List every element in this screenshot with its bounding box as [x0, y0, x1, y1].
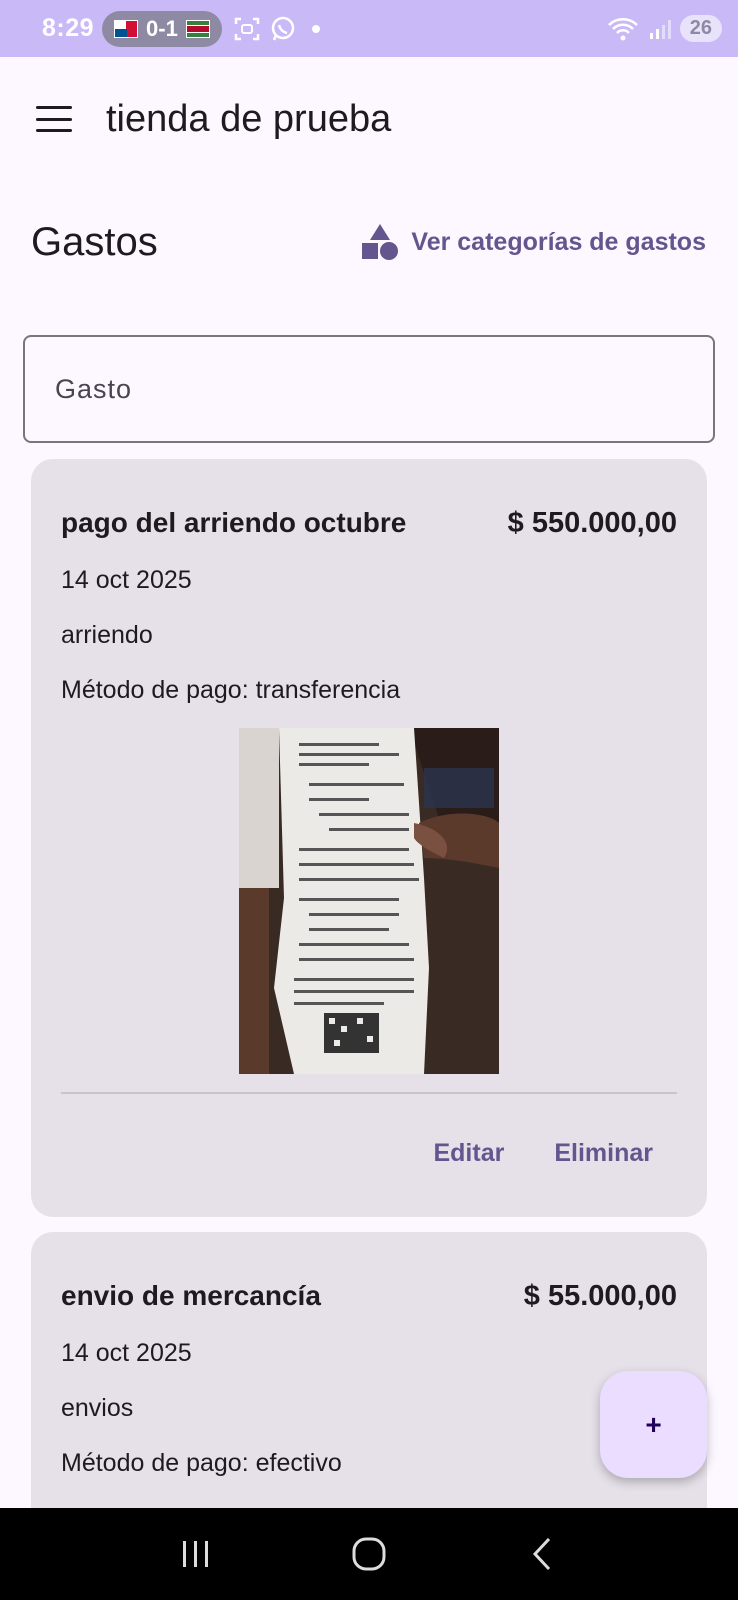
suriname-flag-icon	[185, 19, 210, 38]
battery-indicator: 26	[679, 15, 722, 42]
panama-flag-icon	[114, 19, 139, 38]
score-text: 0-1	[146, 15, 178, 41]
app-title: tienda de prueba	[106, 97, 392, 140]
expense-name: pago del arriendo octubre	[61, 507, 407, 538]
back-icon[interactable]	[512, 1524, 572, 1584]
screenshot-icon	[234, 17, 260, 40]
menu-icon[interactable]	[36, 106, 72, 132]
view-categories-label: Ver categorías de gastos	[411, 227, 706, 256]
page-header: Gastos Ver categorías de gastos	[0, 210, 738, 274]
whatsapp-icon	[271, 16, 295, 40]
app-bar: tienda de prueba	[0, 57, 738, 181]
expense-date: 14 oct 2025	[61, 566, 192, 594]
expense-card: pago del arriendo octubre $ 550.000,00 1…	[31, 459, 707, 1217]
wifi-icon	[607, 17, 638, 40]
view-categories-link[interactable]: Ver categorías de gastos	[361, 223, 706, 261]
expense-category: arriendo	[61, 621, 153, 649]
expense-name: envio de mercancía	[61, 1280, 321, 1311]
expense-amount: $ 550.000,00	[507, 506, 677, 539]
recent-apps-icon[interactable]	[166, 1524, 226, 1584]
receipt-photo[interactable]	[239, 728, 499, 1074]
page-title: Gastos	[31, 219, 158, 264]
system-nav-bar	[0, 1508, 738, 1600]
expense-payment-method: Método de pago: efectivo	[61, 1449, 342, 1477]
delete-button[interactable]: Eliminar	[554, 1139, 653, 1168]
status-time: 8:29	[42, 14, 95, 42]
expense-date: 14 oct 2025	[61, 1339, 192, 1367]
live-score-pill: 0-1	[102, 10, 222, 47]
notification-dot-icon	[311, 24, 320, 33]
add-expense-button[interactable]: +	[600, 1371, 707, 1478]
card-divider	[61, 1092, 677, 1094]
expense-search-input[interactable]	[23, 335, 715, 443]
signal-icon	[649, 19, 671, 39]
expense-amount: $ 55.000,00	[523, 1279, 677, 1312]
home-icon[interactable]	[339, 1524, 399, 1584]
shapes-icon	[362, 224, 399, 260]
edit-button[interactable]: Editar	[433, 1139, 504, 1168]
expense-category: envios	[61, 1394, 134, 1422]
status-bar: 8:29 0-1 26	[0, 0, 738, 57]
expense-payment-method: Método de pago: transferencia	[61, 676, 401, 704]
